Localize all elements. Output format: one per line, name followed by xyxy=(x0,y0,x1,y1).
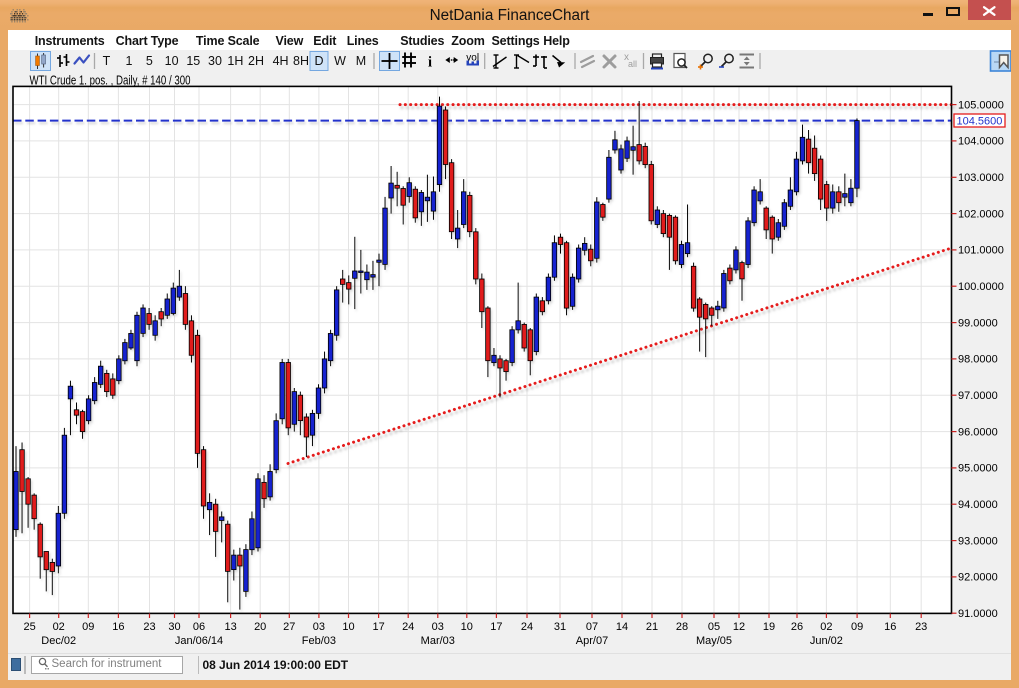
svg-text:91.0000: 91.0000 xyxy=(958,608,998,620)
svg-text:10: 10 xyxy=(342,621,354,633)
svg-text:30: 30 xyxy=(168,621,180,633)
svg-text:20: 20 xyxy=(254,621,266,633)
svg-text:15: 15 xyxy=(186,54,200,68)
svg-text:WTI Crude 1. pos. , Daily, # 1: WTI Crude 1. pos. , Daily, # 140 / 300 xyxy=(30,74,191,88)
svg-text:101.0000: 101.0000 xyxy=(958,245,1004,257)
svg-text:13: 13 xyxy=(224,621,236,633)
svg-text:99.0000: 99.0000 xyxy=(958,317,998,329)
svg-text:23: 23 xyxy=(915,621,927,633)
svg-text:105.0000: 105.0000 xyxy=(958,99,1004,111)
svg-text:D: D xyxy=(314,54,323,68)
svg-text:1H: 1H xyxy=(227,54,243,68)
svg-text:10: 10 xyxy=(165,54,179,68)
svg-text:M: M xyxy=(356,54,366,68)
svg-text:T: T xyxy=(103,54,111,68)
svg-text:03: 03 xyxy=(432,621,444,633)
svg-text:12: 12 xyxy=(733,621,745,633)
svg-text:16: 16 xyxy=(884,621,896,633)
svg-text:26: 26 xyxy=(791,621,803,633)
svg-text:25: 25 xyxy=(23,621,35,633)
svg-text:Dec/02: Dec/02 xyxy=(41,635,76,647)
svg-text:16: 16 xyxy=(112,621,124,633)
svg-text:W: W xyxy=(334,54,346,68)
svg-text:24: 24 xyxy=(402,621,414,633)
svg-text:103.0000: 103.0000 xyxy=(958,172,1004,184)
svg-text:94.0000: 94.0000 xyxy=(958,499,998,511)
svg-text:02: 02 xyxy=(53,621,65,633)
svg-text:10: 10 xyxy=(461,621,473,633)
svg-text:Apr/07: Apr/07 xyxy=(576,635,608,647)
svg-text:93.0000: 93.0000 xyxy=(958,535,998,547)
svg-text:09: 09 xyxy=(851,621,863,633)
svg-text:102.0000: 102.0000 xyxy=(958,208,1004,220)
svg-text:i: i xyxy=(428,55,432,71)
svg-text:21: 21 xyxy=(646,621,658,633)
svg-text:Jun/02: Jun/02 xyxy=(810,635,843,647)
svg-text:1: 1 xyxy=(126,54,133,68)
svg-text:27: 27 xyxy=(283,621,295,633)
svg-text:May/05: May/05 xyxy=(696,635,732,647)
svg-text:05: 05 xyxy=(708,621,720,633)
svg-text:17: 17 xyxy=(490,621,502,633)
svg-text:104.5600: 104.5600 xyxy=(957,115,1003,127)
svg-text:all: all xyxy=(628,59,637,69)
svg-text:09: 09 xyxy=(82,621,94,633)
svg-text:14: 14 xyxy=(616,621,628,633)
svg-text:24: 24 xyxy=(521,621,533,633)
svg-text:98.0000: 98.0000 xyxy=(958,354,998,366)
svg-text:28: 28 xyxy=(676,621,688,633)
svg-text:92.0000: 92.0000 xyxy=(958,572,998,584)
svg-text:19: 19 xyxy=(763,621,775,633)
svg-text:97.0000: 97.0000 xyxy=(958,390,998,402)
svg-text:8H: 8H xyxy=(293,54,309,68)
svg-text:5: 5 xyxy=(146,54,153,68)
svg-text:30: 30 xyxy=(208,54,222,68)
svg-text:02: 02 xyxy=(820,621,832,633)
svg-text:4H: 4H xyxy=(273,54,289,68)
svg-text:2H: 2H xyxy=(248,54,264,68)
svg-text:95.0000: 95.0000 xyxy=(958,463,998,475)
svg-text:23: 23 xyxy=(143,621,155,633)
svg-text:Mar/03: Mar/03 xyxy=(421,635,455,647)
svg-text:Feb/03: Feb/03 xyxy=(302,635,336,647)
svg-text:31: 31 xyxy=(554,621,566,633)
svg-text:104.0000: 104.0000 xyxy=(958,136,1004,148)
svg-text:17: 17 xyxy=(372,621,384,633)
svg-text:100.0000: 100.0000 xyxy=(958,281,1004,293)
svg-text:07: 07 xyxy=(586,621,598,633)
svg-text:96.0000: 96.0000 xyxy=(958,426,998,438)
svg-text:Jan/06/14: Jan/06/14 xyxy=(175,635,223,647)
svg-text:03: 03 xyxy=(313,621,325,633)
svg-text:06: 06 xyxy=(193,621,205,633)
